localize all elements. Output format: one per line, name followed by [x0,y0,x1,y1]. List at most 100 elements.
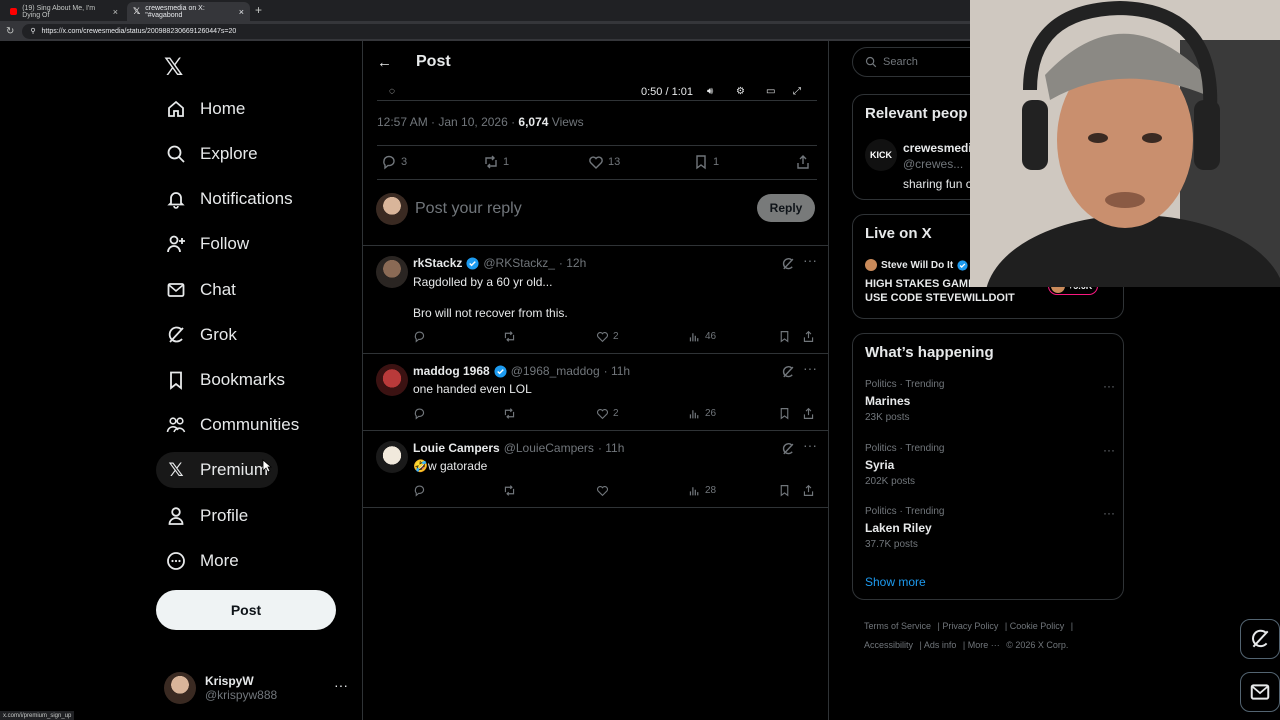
trend-item[interactable]: Politics · Trending Laken Riley 37.7K po… [865,506,1115,550]
x-logo-icon[interactable]: 𝕏 [164,53,183,82]
like-count: 2 [613,331,619,342]
url-text: https://x.com/crewesmedia/status/2009882… [41,27,237,35]
share-button[interactable] [802,484,815,497]
kick-logo-avatar[interactable]: KICK [865,139,897,171]
views-chart-icon [689,333,699,342]
like-stat[interactable]: 2 [596,407,619,420]
avatar[interactable] [376,441,408,473]
pip-icon[interactable]: ▭ [766,86,775,97]
reply-time[interactable]: · 12h [559,256,586,270]
repost-stat[interactable] [503,330,516,343]
reply-author-name[interactable]: maddog 1968 [413,364,490,378]
more-icon[interactable]: ··· [1103,379,1115,393]
nav-bookmarks[interactable]: Bookmarks [156,362,295,398]
trend-item[interactable]: Politics · Trending Marines 23K posts ··… [865,379,1115,423]
grok-float-button[interactable] [1240,619,1280,659]
nav-grok[interactable]: Grok [156,317,247,353]
views-stat[interactable]: 26 [688,407,716,420]
reply-item[interactable]: rkStackz @RKStackz_ · 12h ··· Ragdolled … [363,246,828,354]
fullscreen-icon[interactable]: ⤢ [793,86,801,97]
relevant-user-name[interactable]: crewesmedia [903,141,978,155]
address-bar[interactable]: ⚲ https://x.com/crewesmedia/status/20098… [22,23,978,39]
trend-name: Laken Riley [865,521,932,535]
more-icon[interactable]: ··· [803,252,817,268]
reply-button[interactable]: Reply [757,194,815,222]
bookmark-button[interactable] [778,484,791,497]
repost-stat[interactable]: 1 [483,154,509,170]
nav-explore[interactable]: Explore [156,136,268,172]
like-stat[interactable]: 13 [588,154,620,170]
avatar[interactable] [376,256,408,288]
grok-icon[interactable] [781,257,795,271]
nav-communities[interactable]: Communities [156,407,309,443]
reply-stat[interactable]: 3 [381,154,407,170]
nav-home[interactable]: Home [156,91,255,127]
privacy-link[interactable]: Privacy Policy [942,621,998,631]
reply-author-handle[interactable]: @LouieCampers [504,441,594,455]
more-link[interactable]: More ··· [968,640,1000,650]
tab-close-icon[interactable]: × [239,7,244,17]
nav-notifications[interactable]: Notifications [156,181,303,217]
nav-chat[interactable]: Chat [156,272,246,308]
share-button[interactable] [802,330,815,343]
more-icon[interactable]: ··· [1103,443,1115,457]
bookmark-stat[interactable]: 1 [693,154,719,170]
views-stat[interactable]: 28 [688,484,716,497]
reply-time[interactable]: · 11h [598,441,624,455]
bookmark-icon [166,370,186,390]
grok-icon[interactable] [781,365,795,379]
accessibility-link[interactable]: Accessibility [864,640,913,650]
share-button[interactable] [802,407,815,420]
post-button[interactable]: Post [156,590,336,630]
browser-tab-x[interactable]: 𝕏 crewesmedia on X: "#vagabond × [127,2,250,21]
relevant-user-handle: @crewes... [903,157,964,171]
nav-more[interactable]: More [156,543,249,579]
reply-stat[interactable] [413,330,426,343]
reply-author-handle[interactable]: @1968_maddog [511,364,600,378]
reply-author-name[interactable]: rkStackz [413,256,462,270]
trend-name: Marines [865,394,911,408]
more-icon[interactable]: ··· [803,360,817,376]
account-switcher[interactable]: KrispyW @krispyw888 ··· [164,671,354,705]
like-stat[interactable] [596,484,613,497]
avatar[interactable] [376,364,408,396]
back-arrow-icon[interactable]: ← [377,54,392,71]
reply-author-handle[interactable]: @RKStackz_ [483,256,555,270]
cookie-link[interactable]: Cookie Policy [1010,621,1065,631]
volume-icon[interactable]: 🔊︎ [707,86,713,97]
new-tab-button[interactable]: + [255,3,262,17]
repost-stat[interactable] [503,484,516,497]
reply-item[interactable]: Louie Campers @LouieCampers · 11h ··· 🤣w… [363,431,828,508]
views-stat[interactable]: 46 [688,330,716,343]
nav-profile[interactable]: Profile [156,498,258,534]
reply-stat[interactable] [413,407,426,420]
show-more-link[interactable]: Show more [865,575,926,589]
share-button[interactable] [795,154,811,170]
mail-icon [166,280,186,300]
more-icon[interactable]: ··· [1103,506,1115,520]
nav-follow[interactable]: Follow [156,226,259,262]
live-host[interactable]: Steve Will Do It [865,259,968,271]
browser-tab-youtube[interactable]: (19) Sing About Me, I'm Dying Of × [4,2,124,21]
ads-info-link[interactable]: Ads info [924,640,957,650]
more-icon[interactable]: ··· [803,437,817,453]
grok-icon[interactable] [781,442,795,456]
terms-link[interactable]: Terms of Service [864,621,931,631]
site-info-icon[interactable]: ⚲ [30,27,35,35]
like-stat[interactable]: 2 [596,330,619,343]
bookmark-button[interactable] [778,407,791,420]
settings-icon[interactable]: ⚙ [736,86,745,97]
reload-icon[interactable]: ↻ [6,26,14,37]
reply-author-name[interactable]: Louie Campers [413,441,500,455]
reply-stat[interactable] [413,484,426,497]
tab-close-icon[interactable]: × [113,7,118,17]
repost-stat[interactable] [503,407,516,420]
more-icon[interactable]: ··· [334,677,348,693]
bookmark-button[interactable] [778,330,791,343]
messages-float-button[interactable] [1240,672,1280,712]
nav-premium[interactable]: 𝕏 Premium [156,452,279,488]
reply-item[interactable]: maddog 1968 @1968_maddog · 11h ··· one h… [363,354,828,431]
reply-time[interactable]: · 11h [604,364,630,378]
reply-input[interactable]: Post your reply [415,200,522,218]
trend-item[interactable]: Politics · Trending Syria 202K posts ··· [865,443,1115,487]
